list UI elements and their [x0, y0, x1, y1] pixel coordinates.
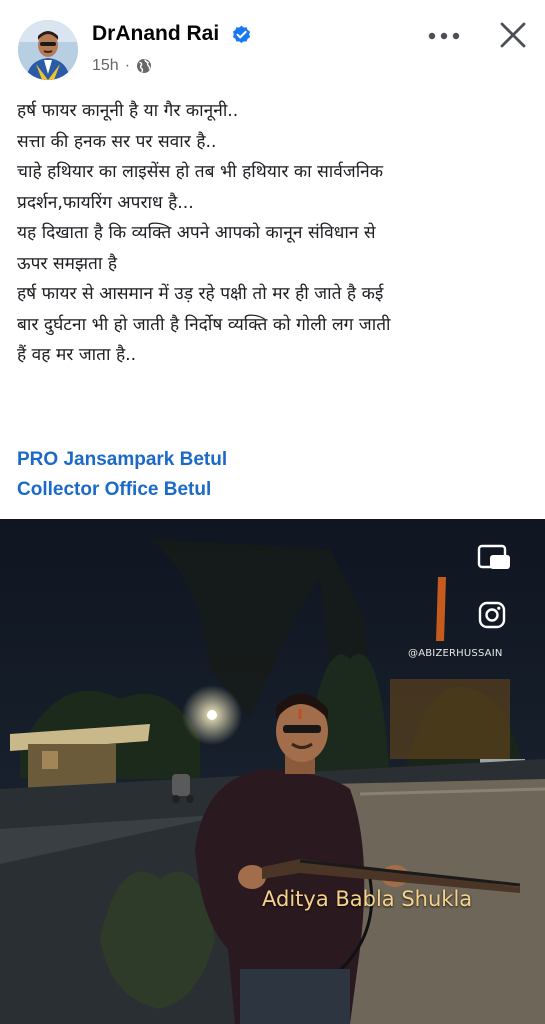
post-timestamp[interactable]: 15h	[92, 57, 119, 75]
verified-badge-icon	[232, 25, 251, 44]
post-text-line: यह दिखाता है कि व्यक्ति अपने आपको कानून …	[17, 223, 376, 243]
post-text-line: चाहे हथियार का लाइसेंस हो तब भी हथियार क…	[17, 162, 384, 182]
post-header: DrAnand Rai 15h ·	[0, 0, 545, 88]
tag-link-collector-office[interactable]: Collector Office Betul	[17, 475, 537, 505]
post-text-line: ऊपर समझता है	[17, 253, 118, 274]
post-text-line: सत्ता की हनक सर पर सवार है..	[17, 131, 217, 152]
avatar-image	[18, 20, 78, 80]
picture-in-picture-icon	[477, 544, 510, 569]
post-text-line: हर्ष फायर कानूनी है या गैर कानूनी..	[17, 101, 239, 121]
tag-link-pro-jansampark[interactable]: PRO Jansampark Betul	[17, 445, 537, 475]
post-text: हर्ष फायर कानूनी है या गैर कानूनी.. सत्त…	[17, 96, 537, 371]
post-meta: 15h ·	[92, 55, 152, 77]
close-button[interactable]	[490, 12, 536, 58]
video-caption: Aditya Babla Shukla	[262, 887, 473, 911]
post-text-line: बार दुर्घटना भी हो जाती है निर्दोष व्यक्…	[17, 314, 391, 335]
video-watermark: @ABIZERHUSSAIN	[408, 648, 503, 659]
avatar[interactable]	[18, 20, 78, 80]
meta-separator: ·	[124, 57, 131, 74]
post-text-line: प्रदर्शन,फायरिंग अपराध है...	[17, 192, 194, 213]
post-text-line: हैं वह मर जाता है..	[17, 345, 137, 365]
video-frame	[0, 519, 545, 1024]
author-name[interactable]: DrAnand Rai	[92, 22, 219, 46]
video-player[interactable]: @ABIZERHUSSAIN Aditya Babla Shukla	[0, 519, 545, 1024]
post-text-line: हर्ष फायर से आसमान में उड़ रहे पक्षी तो …	[17, 284, 384, 304]
instagram-icon	[478, 601, 506, 629]
tagged-pages: PRO Jansampark Betul Collector Office Be…	[17, 445, 537, 505]
globe-icon[interactable]	[136, 58, 152, 74]
more-options-button[interactable]	[418, 18, 470, 54]
picture-in-picture-button[interactable]	[476, 543, 512, 573]
more-horizontal-icon	[428, 32, 460, 40]
close-icon	[500, 22, 526, 48]
